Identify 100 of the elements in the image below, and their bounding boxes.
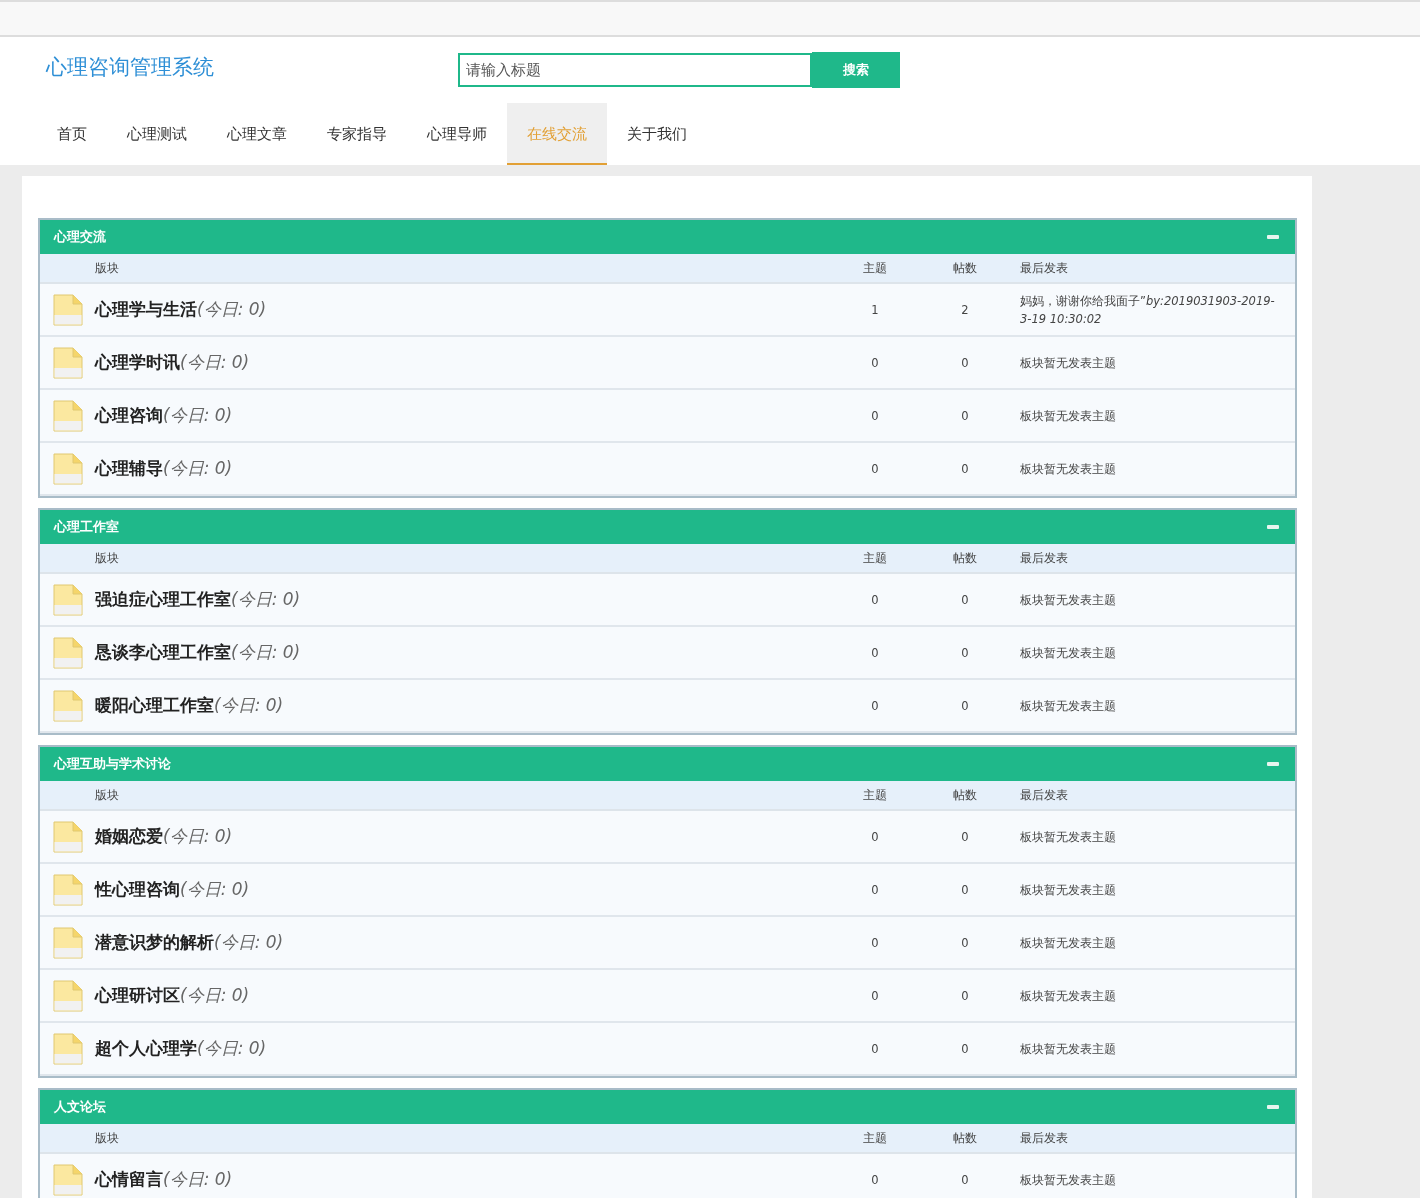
forum-name[interactable]: 恳谈李心理工作室 [95,642,231,662]
forum-name[interactable]: 婚姻恋爱 [95,826,163,846]
last-post: 板块暂无发表主题 [1020,987,1117,1005]
forum-name[interactable]: 超个人心理学 [95,1038,197,1058]
folder-icon [53,1033,83,1065]
forum-name[interactable]: 强迫症心理工作室 [95,589,231,609]
forum-name[interactable]: 心理学时讯 [95,352,180,372]
today-count: (今日: 0) [214,695,284,715]
topic-count: 0 [870,988,880,1003]
last-post: 板块暂无发表主题 [1020,407,1117,425]
column-header: 帖数 [952,550,978,566]
last-post: 板块暂无发表主题 [1020,591,1117,609]
nav-tab[interactable]: 心理导师 [407,103,507,165]
column-header: 帖数 [952,787,978,803]
folder-icon [53,400,83,432]
today-count: (今日: 0) [163,826,233,846]
today-count: (今日: 0) [197,1038,267,1058]
last-post: 板块暂无发表主题 [1020,354,1117,372]
last-post: 妈妈，谢谢你给我面子”by:2019031903-2019-3-19 10:30:02 [1020,292,1276,328]
post-count: 0 [960,1041,970,1056]
folder-icon [53,637,83,669]
nav-tab[interactable]: 心理文章 [207,103,307,165]
post-count: 0 [960,355,970,370]
forum-name[interactable]: 心情留言 [95,1169,163,1189]
forum-name[interactable]: 暖阳心理工作室 [95,695,214,715]
folder-icon [53,347,83,379]
today-count: (今日: 0) [231,642,301,662]
forum-name[interactable]: 心理研讨区 [95,985,180,1005]
post-count: 2 [960,302,970,317]
forum-name[interactable]: 心理咨询 [95,405,163,425]
section-title: 人文论坛 [54,1098,106,1116]
forum-name[interactable]: 性心理咨询 [95,879,180,899]
nav-tab[interactable]: 心理测试 [107,103,207,165]
column-header: 版块 [94,1130,120,1146]
post-count: 0 [960,698,970,713]
post-count: 0 [960,882,970,897]
folder-icon [53,821,83,853]
section-title: 心理互助与学术讨论 [54,755,171,773]
collapse-icon[interactable] [1267,524,1279,530]
topic-count: 0 [870,829,880,844]
today-count: (今日: 0) [180,879,250,899]
nav-tab[interactable]: 首页 [37,103,107,165]
column-header: 主题 [862,1130,888,1146]
today-count: (今日: 0) [163,405,233,425]
last-post: 板块暂无发表主题 [1020,1040,1117,1058]
today-count: (今日: 0) [231,589,301,609]
topic-count: 0 [870,355,880,370]
folder-icon [53,980,83,1012]
column-header: 最后发表 [1020,260,1069,276]
post-count: 0 [960,829,970,844]
topic-count: 0 [870,408,880,423]
post-count: 0 [960,645,970,660]
last-post: 板块暂无发表主题 [1020,644,1117,662]
post-count: 0 [960,935,970,950]
collapse-icon[interactable] [1267,761,1279,767]
search-field[interactable]: 请输入标题 [458,53,812,87]
post-count: 0 [960,408,970,423]
post-count: 0 [960,592,970,607]
section-title: 心理交流 [54,228,106,246]
column-header: 最后发表 [1020,1130,1069,1146]
collapse-icon[interactable] [1267,1104,1279,1110]
topic-count: 0 [870,935,880,950]
nav-tab[interactable]: 专家指导 [307,103,407,165]
last-post: 板块暂无发表主题 [1020,934,1117,952]
collapse-icon[interactable] [1267,234,1279,240]
topic-count: 0 [870,1041,880,1056]
folder-icon [53,874,83,906]
topic-count: 0 [870,592,880,607]
section-title: 心理工作室 [54,518,119,536]
last-post: 板块暂无发表主题 [1020,1171,1117,1189]
column-header: 版块 [94,550,120,566]
folder-icon [53,927,83,959]
column-header: 主题 [862,550,888,566]
last-post: 板块暂无发表主题 [1020,460,1117,478]
column-header: 帖数 [952,260,978,276]
today-count: (今日: 0) [163,1169,233,1189]
folder-icon [53,584,83,616]
site-title[interactable]: 心理咨询管理系统 [46,53,458,81]
topic-count: 0 [870,698,880,713]
column-header: 版块 [94,787,120,803]
last-post: 板块暂无发表主题 [1020,697,1117,715]
post-count: 0 [960,988,970,1003]
topic-count: 0 [870,645,880,660]
forum-name[interactable]: 心理辅导 [95,458,163,478]
post-count: 0 [960,1172,970,1187]
column-header: 最后发表 [1020,550,1069,566]
today-count: (今日: 0) [197,299,267,319]
last-post: 板块暂无发表主题 [1020,881,1117,899]
topic-count: 1 [870,302,880,317]
today-count: (今日: 0) [214,932,284,952]
folder-icon [53,453,83,485]
column-header: 主题 [862,787,888,803]
forum-name[interactable]: 潜意识梦的解析 [95,932,214,952]
nav-tab[interactable]: 关于我们 [607,103,707,165]
column-header: 最后发表 [1020,787,1069,803]
last-post: 板块暂无发表主题 [1020,828,1117,846]
today-count: (今日: 0) [163,458,233,478]
topic-count: 0 [870,1172,880,1187]
column-header: 主题 [862,260,888,276]
forum-name[interactable]: 心理学与生活 [95,299,197,319]
